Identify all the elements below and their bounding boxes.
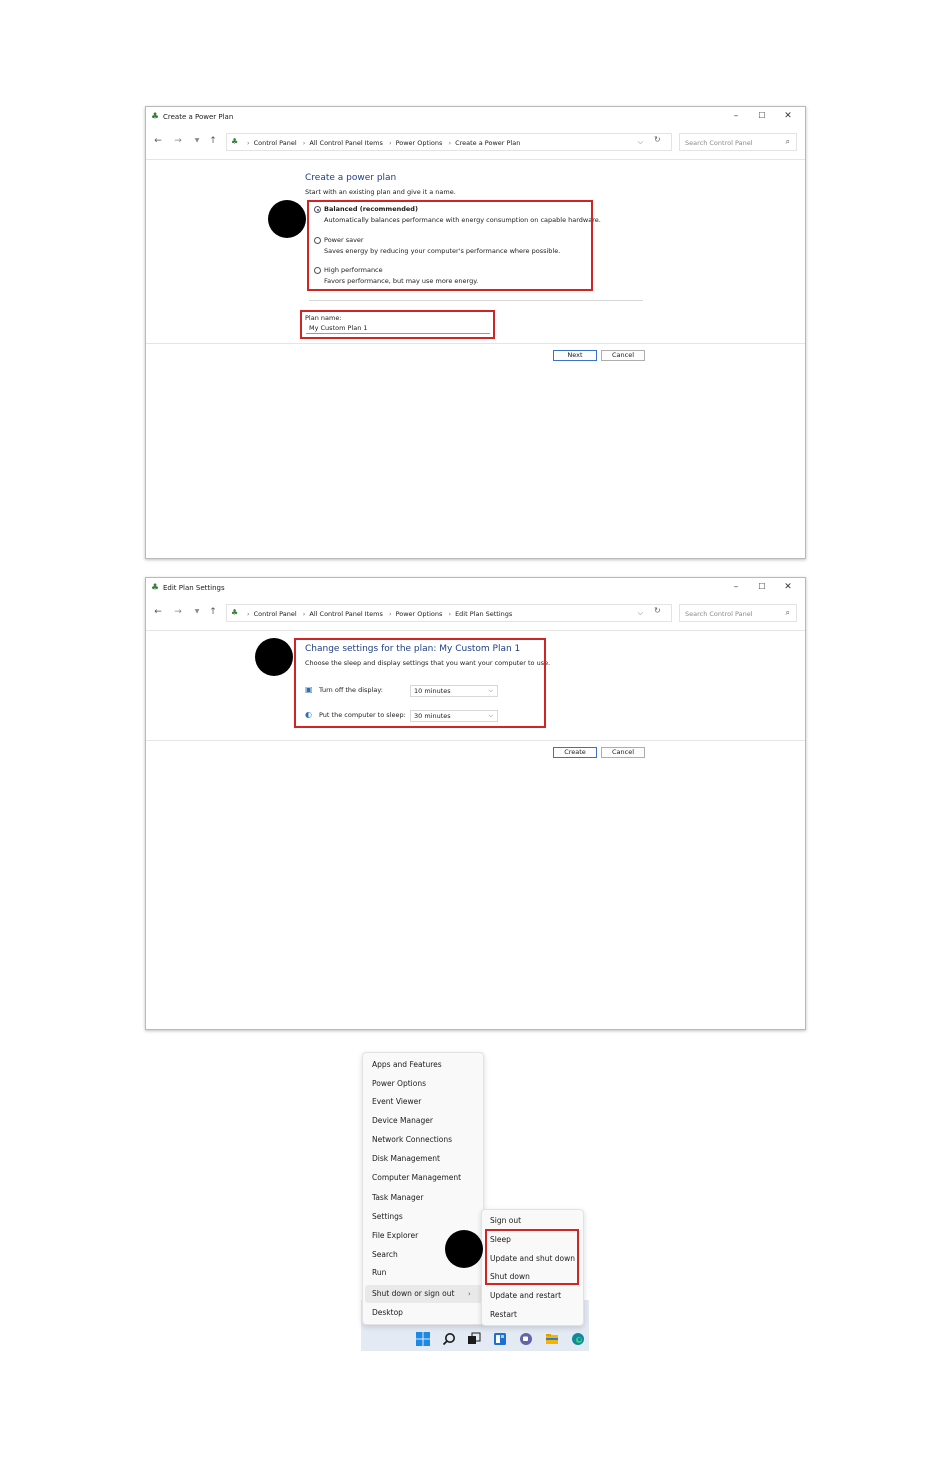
divider: [146, 630, 805, 631]
breadcrumb-item[interactable]: All Control Panel Items: [309, 139, 382, 147]
search-placeholder: Search Control Panel: [685, 139, 753, 147]
footer-divider: [146, 740, 805, 741]
highlight-box-plan-settings: [294, 638, 546, 728]
breadcrumb: › Control Panel › All Control Panel Items …: [247, 610, 513, 618]
divider: [309, 300, 643, 301]
callout-marker: [255, 638, 293, 676]
breadcrumb-item[interactable]: Power Options: [396, 139, 443, 147]
highlight-box-plan-name: [300, 310, 495, 339]
recent-chevron-icon[interactable]: ▼: [191, 606, 203, 618]
callout-marker: [445, 1230, 483, 1268]
navigation-bar: ← → ▼ ↑ ♣ › Control Panel › All Control Pa…: [146, 131, 805, 153]
title-bar: ♣ Edit Plan Settings – ☐ ✕: [146, 578, 805, 598]
breadcrumb: › Control Panel › All Control Panel Items …: [247, 139, 521, 147]
menu-item-event-viewer[interactable]: Event Viewer: [372, 1096, 421, 1108]
callout-marker: [268, 200, 306, 238]
search-icon: ⌕: [785, 137, 790, 146]
chat-icon[interactable]: [519, 1332, 533, 1346]
highlight-box-sleep-options: [485, 1229, 579, 1285]
recent-chevron-icon[interactable]: ▼: [191, 135, 203, 147]
up-arrow-icon[interactable]: ↑: [207, 135, 219, 147]
submenu-item-restart[interactable]: Restart: [490, 1309, 517, 1321]
chevron-down-icon[interactable]: ⌵: [638, 608, 643, 618]
search-placeholder: Search Control Panel: [685, 610, 753, 618]
menu-item-search[interactable]: Search: [372, 1249, 398, 1261]
page-title: Create a power plan: [305, 173, 397, 183]
breadcrumb-item[interactable]: Create a Power Plan: [455, 139, 520, 147]
divider: [146, 159, 805, 160]
cancel-button[interactable]: Cancel: [601, 350, 645, 361]
menu-item-run[interactable]: Run: [372, 1267, 386, 1279]
windows-start-icon[interactable]: [416, 1332, 430, 1346]
menu-item-power-options[interactable]: Power Options: [372, 1078, 426, 1090]
search-input[interactable]: Search Control Panel ⌕: [679, 133, 797, 151]
submenu-item-update-and-restart[interactable]: Update and restart: [490, 1290, 561, 1302]
menu-item-settings[interactable]: Settings: [372, 1211, 403, 1223]
search-icon[interactable]: [442, 1332, 456, 1346]
breadcrumb-item[interactable]: Edit Plan Settings: [455, 610, 512, 618]
menu-item-apps-and-features[interactable]: Apps and Features: [372, 1059, 442, 1071]
forward-arrow-icon[interactable]: →: [172, 135, 184, 147]
breadcrumb-item[interactable]: All Control Panel Items: [309, 610, 382, 618]
submenu-item-sign-out[interactable]: Sign out: [490, 1215, 521, 1227]
minimize-button[interactable]: –: [727, 109, 745, 123]
menu-item-computer-management[interactable]: Computer Management: [372, 1172, 461, 1184]
window-title: Edit Plan Settings: [163, 584, 225, 592]
page-subtitle: Start with an existing plan and give it …: [305, 188, 456, 196]
control-panel-icon: ♣: [231, 608, 239, 617]
forward-arrow-icon[interactable]: →: [172, 606, 184, 618]
widgets-icon[interactable]: [493, 1332, 507, 1346]
back-arrow-icon[interactable]: ←: [152, 135, 164, 147]
menu-item-desktop[interactable]: Desktop: [372, 1307, 403, 1319]
close-button[interactable]: ✕: [779, 109, 797, 123]
file-explorer-icon[interactable]: [545, 1332, 559, 1346]
menu-item-file-explorer[interactable]: File Explorer: [372, 1230, 418, 1242]
chevron-down-icon[interactable]: ⌵: [638, 137, 643, 147]
up-arrow-icon[interactable]: ↑: [207, 606, 219, 618]
menu-item-network-connections[interactable]: Network Connections: [372, 1134, 452, 1146]
back-arrow-icon[interactable]: ←: [152, 606, 164, 618]
minimize-button[interactable]: –: [727, 580, 745, 594]
refresh-icon[interactable]: ↻: [654, 606, 661, 616]
breadcrumb-item[interactable]: Control Panel: [254, 610, 297, 618]
next-button[interactable]: Next: [553, 350, 597, 361]
chevron-right-icon: ›: [468, 1290, 471, 1298]
title-bar: ♣ Create a Power Plan – ☐ ✕: [146, 107, 805, 127]
menu-item-disk-management[interactable]: Disk Management: [372, 1153, 440, 1165]
power-user-menu: Apps and Features Power Options Event Vi…: [362, 1052, 484, 1325]
refresh-icon[interactable]: ↻: [654, 135, 661, 145]
edge-browser-icon[interactable]: [571, 1332, 585, 1346]
address-bar[interactable]: ♣ › Control Panel › All Control Panel Item…: [226, 133, 672, 151]
taskbar: [361, 1326, 589, 1351]
control-panel-icon: ♣: [151, 112, 160, 122]
footer-divider: [146, 343, 805, 344]
highlight-box-plan-options: [307, 200, 593, 291]
cancel-button[interactable]: Cancel: [601, 747, 645, 758]
address-bar[interactable]: ♣ › Control Panel › All Control Panel Item…: [226, 604, 672, 622]
breadcrumb-item[interactable]: Power Options: [396, 610, 443, 618]
maximize-button[interactable]: ☐: [753, 580, 771, 594]
maximize-button[interactable]: ☐: [753, 109, 771, 123]
control-panel-icon: ♣: [151, 583, 160, 593]
create-button[interactable]: Create: [553, 747, 597, 758]
breadcrumb-item[interactable]: Control Panel: [254, 139, 297, 147]
window-title: Create a Power Plan: [163, 113, 234, 121]
menu-item-shut-down-or-sign-out[interactable]: Shut down or sign out: [372, 1288, 454, 1300]
task-view-icon[interactable]: [467, 1332, 481, 1346]
search-icon: ⌕: [785, 608, 790, 617]
control-panel-icon: ♣: [231, 137, 239, 146]
search-input[interactable]: Search Control Panel ⌕: [679, 604, 797, 622]
close-button[interactable]: ✕: [779, 580, 797, 594]
menu-item-task-manager[interactable]: Task Manager: [372, 1192, 423, 1204]
navigation-bar: ← → ▼ ↑ ♣ › Control Panel › All Control Pa…: [146, 602, 805, 624]
menu-item-device-manager[interactable]: Device Manager: [372, 1115, 433, 1127]
